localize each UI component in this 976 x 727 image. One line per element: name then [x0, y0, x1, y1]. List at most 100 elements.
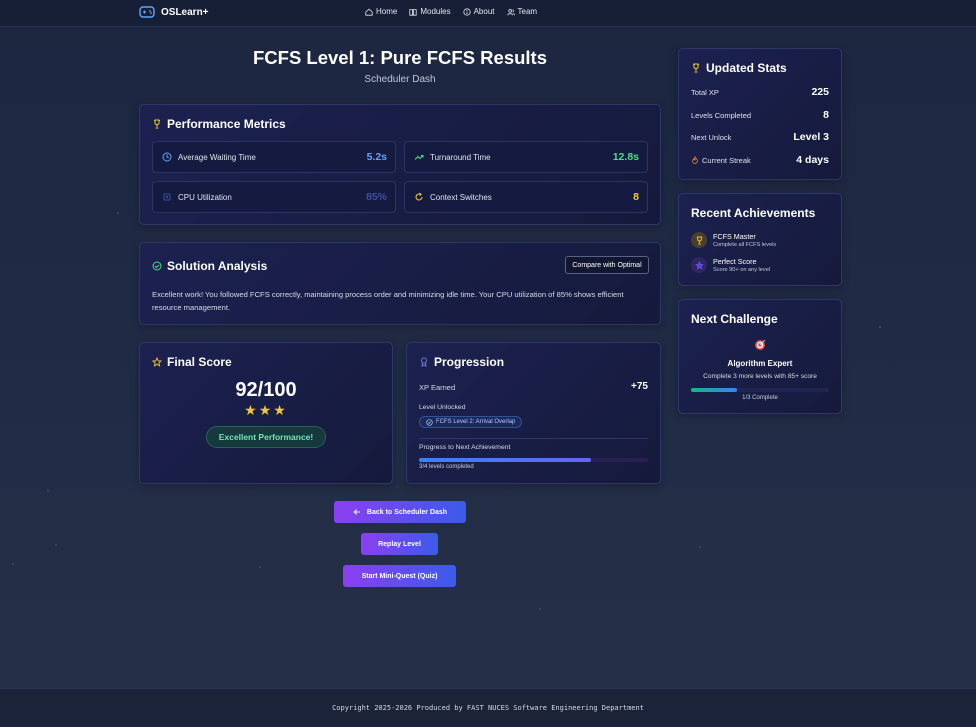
- trophy-icon: [696, 235, 702, 245]
- level-unlocked-pill-label: FCFS Level 2: Arrival Overlap: [436, 419, 516, 425]
- check-circle-icon: [426, 418, 433, 426]
- metric-value: 8: [633, 191, 639, 203]
- stat-value: Level 3: [793, 131, 829, 143]
- stat-label: Next Unlock: [691, 132, 732, 142]
- metric-label: CPU Utilization: [178, 193, 232, 202]
- final-score-title: Final Score: [152, 355, 232, 369]
- metric-value: 5.2s: [366, 151, 387, 163]
- star-outline-icon: [152, 357, 162, 367]
- rotate-icon: [415, 192, 423, 201]
- home-icon: [365, 8, 373, 16]
- stat-value: 225: [811, 86, 829, 98]
- solution-analysis-title: Solution Analysis: [152, 259, 267, 273]
- compare-with-optimal-button[interactable]: Compare with Optimal: [565, 256, 649, 274]
- challenge-desc: Complete 3 more levels with 85+ score: [703, 373, 817, 380]
- achievement-desc: Complete all FCFS levels: [713, 242, 777, 248]
- stat-value: 4 days: [796, 154, 829, 166]
- flame-icon: [692, 156, 698, 164]
- stat-label: Levels Completed: [691, 110, 752, 120]
- metric-turnaround-time: Turnaround Time 12.8s: [404, 141, 648, 173]
- challenge-name: Algorithm Expert: [727, 359, 793, 368]
- metric-label: Average Waiting Time: [178, 153, 256, 162]
- back-to-scheduler-dash-button[interactable]: Back to Scheduler Dash: [334, 501, 466, 523]
- nav-link-modules-label: Modules: [420, 7, 451, 16]
- back-button-label: Back to Scheduler Dash: [366, 508, 448, 516]
- info-icon: [462, 7, 471, 16]
- achievement-title: FCFS Master: [713, 232, 756, 241]
- metric-value: 12.8s: [612, 151, 639, 163]
- next-challenge-title: Next Challenge: [691, 312, 778, 326]
- score-value: 92/100: [235, 379, 297, 401]
- stat-label: Current Streak: [702, 155, 751, 165]
- progression-label: Progression: [434, 355, 505, 369]
- nav-link-modules[interactable]: Modules: [409, 7, 451, 16]
- medal-icon: [421, 357, 427, 367]
- next-achievement-caption: 3/4 levels completed: [419, 464, 474, 470]
- arrow-left-icon: [353, 509, 360, 515]
- progression-title: Progression: [419, 355, 504, 369]
- cpu-icon: [163, 193, 171, 201]
- book-icon: [409, 8, 417, 16]
- target-icon: [755, 339, 766, 350]
- challenge-progress-bar: [691, 388, 829, 392]
- clock-icon: [162, 152, 172, 162]
- nav-link-home[interactable]: Home: [365, 7, 397, 16]
- page-title: FCFS Level 1: Pure FCFS Results: [252, 47, 547, 68]
- check-circle-icon: [152, 261, 162, 271]
- trending-up-icon: [414, 155, 424, 160]
- performance-metrics-label: Performance Metrics: [167, 117, 286, 131]
- stat-label-wrap: Current Streak: [691, 156, 751, 165]
- stat-label: Total XP: [691, 87, 719, 97]
- top-nav: OSLearn+ Home Modules About Team: [0, 0, 976, 27]
- performance-metrics-title: Performance Metrics: [152, 117, 286, 131]
- gamepad-icon: [139, 6, 155, 18]
- progression-divider: [419, 438, 648, 439]
- next-achievement-label: Progress to Next Achievement: [419, 444, 511, 451]
- metric-label: Turnaround Time: [430, 153, 491, 162]
- stat-current-streak: Current Streak 4 days: [691, 154, 829, 166]
- stat-total-xp: Total XP 225: [691, 86, 829, 98]
- analysis-text: Excellent work! You followed FCFS correc…: [152, 290, 624, 312]
- next-achievement-progress-bar: [419, 458, 648, 462]
- final-score-label: Final Score: [167, 355, 232, 369]
- metric-context-switches: Context Switches 8: [404, 181, 648, 213]
- xp-earned-value: +75: [631, 381, 648, 392]
- replay-level-button[interactable]: Replay Level: [361, 533, 438, 555]
- xp-earned-label: XP Earned: [419, 383, 456, 392]
- nav-link-about-label: About: [473, 7, 495, 16]
- nav-links: Home Modules About Team: [365, 7, 537, 16]
- updated-stats-label: Updated Stats: [706, 61, 787, 75]
- next-achievement-progress-fill: [419, 458, 591, 462]
- level-unlocked-pill[interactable]: FCFS Level 2: Arrival Overlap: [419, 416, 523, 428]
- achievement-title: Perfect Score: [713, 257, 757, 266]
- users-icon: [506, 8, 515, 15]
- stat-value: 8: [823, 109, 829, 121]
- footer-copyright: Copyright 2025-2026 Produced by FAST NUC…: [332, 704, 644, 712]
- achievement-badge: [691, 232, 707, 248]
- stat-levels-completed: Levels Completed 8: [691, 109, 829, 121]
- brand-logo[interactable]: OSLearn+: [139, 5, 209, 19]
- solution-analysis-label: Solution Analysis: [167, 259, 268, 273]
- achievement-desc: Score 90+ on any level: [713, 267, 771, 273]
- challenge-caption: 1/3 Complete: [742, 395, 778, 401]
- updated-stats-title: Updated Stats: [691, 61, 787, 75]
- nav-link-team[interactable]: Team: [506, 7, 538, 16]
- star-rating: ★★★: [244, 402, 288, 418]
- nav-link-team-label: Team: [517, 7, 538, 16]
- level-unlocked-label: Level Unlocked: [419, 404, 466, 411]
- footer: Copyright 2025-2026 Produced by FAST NUC…: [0, 688, 976, 727]
- nav-link-about[interactable]: About: [462, 7, 495, 16]
- challenge-progress-fill: [691, 388, 737, 392]
- achievement-badge: [691, 257, 707, 273]
- nav-link-home-label: Home: [376, 7, 398, 16]
- recent-achievements-title: Recent Achievements: [691, 206, 816, 220]
- metric-label: Context Switches: [430, 193, 492, 202]
- metric-average-waiting-time: Average Waiting Time 5.2s: [152, 141, 396, 173]
- performance-badge: Excellent Performance!: [206, 426, 326, 448]
- start-mini-quest-button[interactable]: Start Mini-Quest (Quiz): [343, 565, 456, 587]
- star-icon: [694, 260, 704, 269]
- stat-next-unlock: Next Unlock Level 3: [691, 131, 829, 143]
- metric-value: 85%: [365, 191, 387, 203]
- trophy-icon: [154, 119, 160, 129]
- brand-name: OSLearn+: [161, 6, 209, 18]
